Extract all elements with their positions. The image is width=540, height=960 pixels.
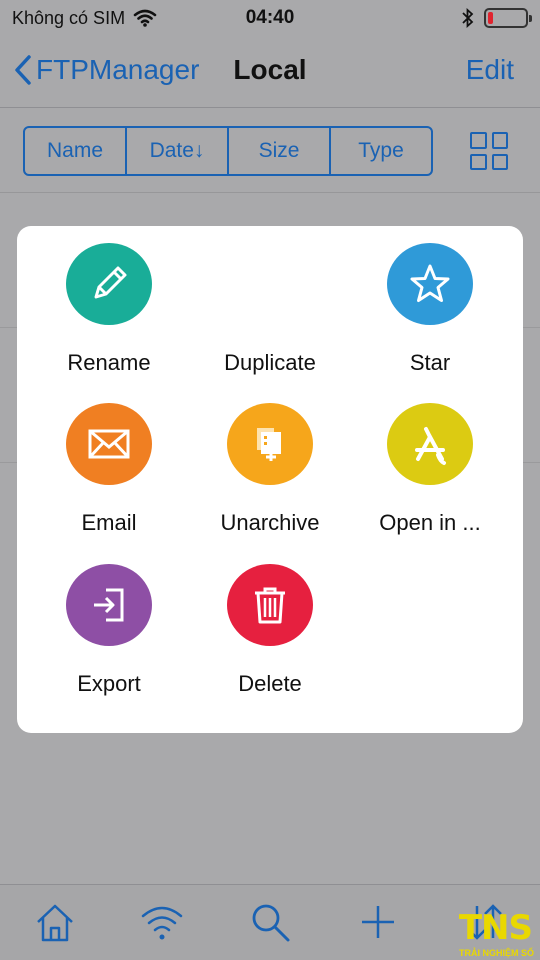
- watermark-logo-text: TNS: [458, 908, 533, 948]
- sort-bar: Name Date↓ Size Type: [0, 109, 540, 193]
- sort-by-date[interactable]: Date↓: [127, 128, 229, 174]
- star-circle: [387, 243, 473, 325]
- unarchive-icon: [257, 428, 281, 461]
- battery-level: [488, 12, 493, 24]
- duplicate-label: Duplicate: [224, 350, 316, 375]
- sort-segmented-control: Name Date↓ Size Type: [23, 126, 433, 176]
- duplicate-action[interactable]: Duplicate: [190, 226, 350, 376]
- unarchive-circle: [227, 403, 313, 485]
- rename-circle: [66, 243, 152, 325]
- search-icon[interactable]: [247, 899, 293, 945]
- battery-icon: [484, 8, 532, 28]
- open-in-label: Open in ...: [379, 510, 481, 535]
- star-label: Star: [409, 350, 451, 375]
- sort-by-type[interactable]: Type: [331, 128, 431, 174]
- unarchive-label: Unarchive: [220, 510, 320, 535]
- navigation-bar: FTPManager Local Edit: [0, 36, 540, 108]
- rename-label: Rename: [67, 350, 151, 375]
- status-left: Không có SIM: [12, 8, 157, 29]
- watermark-logo: TNS TRẢI NGHIỆM SỐ: [444, 908, 536, 958]
- star-icon: [410, 264, 450, 302]
- sort-by-size[interactable]: Size: [229, 128, 331, 174]
- grid-view-icon[interactable]: [470, 132, 508, 170]
- delete-circle: [227, 564, 313, 646]
- status-right: [462, 8, 532, 28]
- bluetooth-icon: [462, 8, 474, 28]
- watermark-caption: TRẢI NGHIỆM SỐ: [458, 948, 534, 958]
- open-in-action[interactable]: Open in ...: [350, 386, 510, 536]
- action-sheet: Rename Duplicate Star Email Unarchive Op…: [17, 226, 523, 733]
- trash-icon: [255, 587, 285, 624]
- email-circle: [66, 403, 152, 485]
- tab-bar: TNS TRẢI NGHIỆM SỐ: [0, 884, 540, 960]
- export-circle: [66, 564, 152, 646]
- duplicate-circle: [227, 243, 313, 325]
- email-label: Email: [81, 510, 137, 535]
- plus-icon[interactable]: [355, 899, 401, 945]
- wifi-icon[interactable]: [139, 899, 185, 945]
- pencil-icon: [94, 266, 127, 299]
- delete-action[interactable]: Delete: [190, 547, 350, 697]
- edit-button[interactable]: Edit: [466, 54, 514, 86]
- open-in-circle: [387, 403, 473, 485]
- export-action[interactable]: Export: [29, 547, 189, 697]
- home-icon[interactable]: [32, 899, 78, 945]
- unarchive-action[interactable]: Unarchive: [190, 386, 350, 536]
- export-icon: [94, 588, 124, 622]
- star-action[interactable]: Star: [350, 226, 510, 376]
- sort-by-name[interactable]: Name: [25, 128, 127, 174]
- page-title: Local: [233, 54, 307, 85]
- rename-action[interactable]: Rename: [29, 226, 189, 376]
- envelope-icon: [88, 429, 130, 459]
- export-label: Export: [77, 671, 141, 696]
- carrier-label: Không có SIM: [12, 7, 126, 28]
- email-action[interactable]: Email: [29, 386, 189, 536]
- wifi-signal-icon: [133, 9, 157, 27]
- delete-label: Delete: [238, 671, 302, 696]
- app-store-icon: [415, 427, 446, 465]
- status-bar: Không có SIM 04:40: [0, 0, 540, 36]
